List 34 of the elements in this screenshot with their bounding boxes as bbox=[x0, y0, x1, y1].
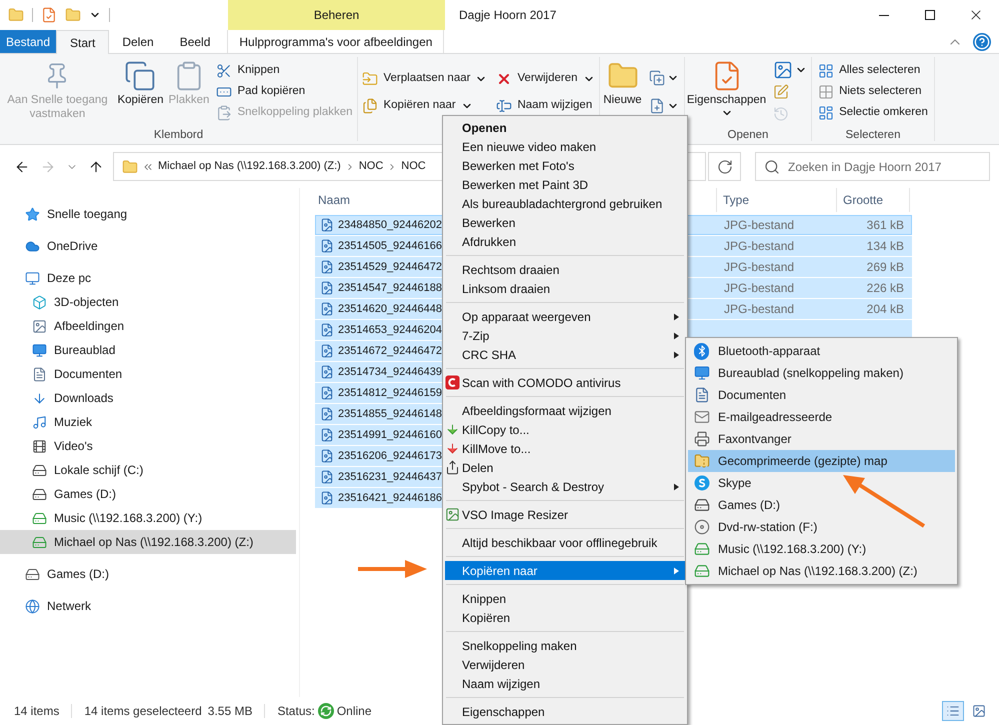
file-type: JPG-bestand bbox=[723, 238, 796, 255]
file-size: 226 kB bbox=[866, 280, 905, 297]
file-size: 134 kB bbox=[866, 238, 905, 255]
ribbon-group-label: Klembord bbox=[152, 128, 204, 143]
file-type: JPG-bestand bbox=[723, 259, 796, 276]
file-name: 23516231_92446437 bbox=[338, 470, 442, 485]
selection-size: 3.55 MB bbox=[208, 703, 252, 720]
file-name: 23516206_92446173 bbox=[338, 448, 442, 464]
ribbon-group-label: Openen bbox=[726, 128, 770, 143]
file-name: 23514620_92446448 bbox=[338, 302, 442, 317]
file-size: 269 kB bbox=[866, 259, 905, 276]
file-name: 23514505_92446166 bbox=[338, 238, 442, 254]
file-type: JPG-bestand bbox=[723, 301, 796, 318]
file-type: JPG-bestand bbox=[723, 217, 796, 234]
file-name: 23514812_92446159 bbox=[338, 386, 442, 401]
status-label: Status: bbox=[277, 703, 315, 720]
file-name: 23514529_92446472 bbox=[338, 260, 442, 275]
file-type: JPG-bestand bbox=[723, 280, 796, 297]
contextual-tab-header: Beheren bbox=[228, 0, 445, 30]
status-value: Online bbox=[336, 703, 372, 720]
file-name: 23514991_92446160 bbox=[338, 428, 442, 443]
item-count: 14 items bbox=[14, 703, 60, 720]
file-name: 23514855_92446148 bbox=[338, 406, 442, 422]
file-name: 23514653_92446204 bbox=[338, 322, 442, 338]
file-name: 23514672_92446472 bbox=[338, 344, 442, 359]
selection-count: 14 items geselecteerd bbox=[84, 703, 202, 720]
file-size: 361 kB bbox=[866, 217, 905, 234]
ribbon-group-label: Selecteren bbox=[844, 128, 902, 143]
file-name: 23514734_92446439 bbox=[338, 364, 442, 380]
file-name: 23516421_92446186 bbox=[338, 490, 442, 506]
file-name: 23514547_92446188 bbox=[338, 280, 442, 296]
file-size: 204 kB bbox=[866, 301, 905, 318]
file-name: 23484850_92446202 bbox=[338, 218, 442, 233]
window-title: Dagje Hoorn 2017 bbox=[458, 7, 556, 24]
